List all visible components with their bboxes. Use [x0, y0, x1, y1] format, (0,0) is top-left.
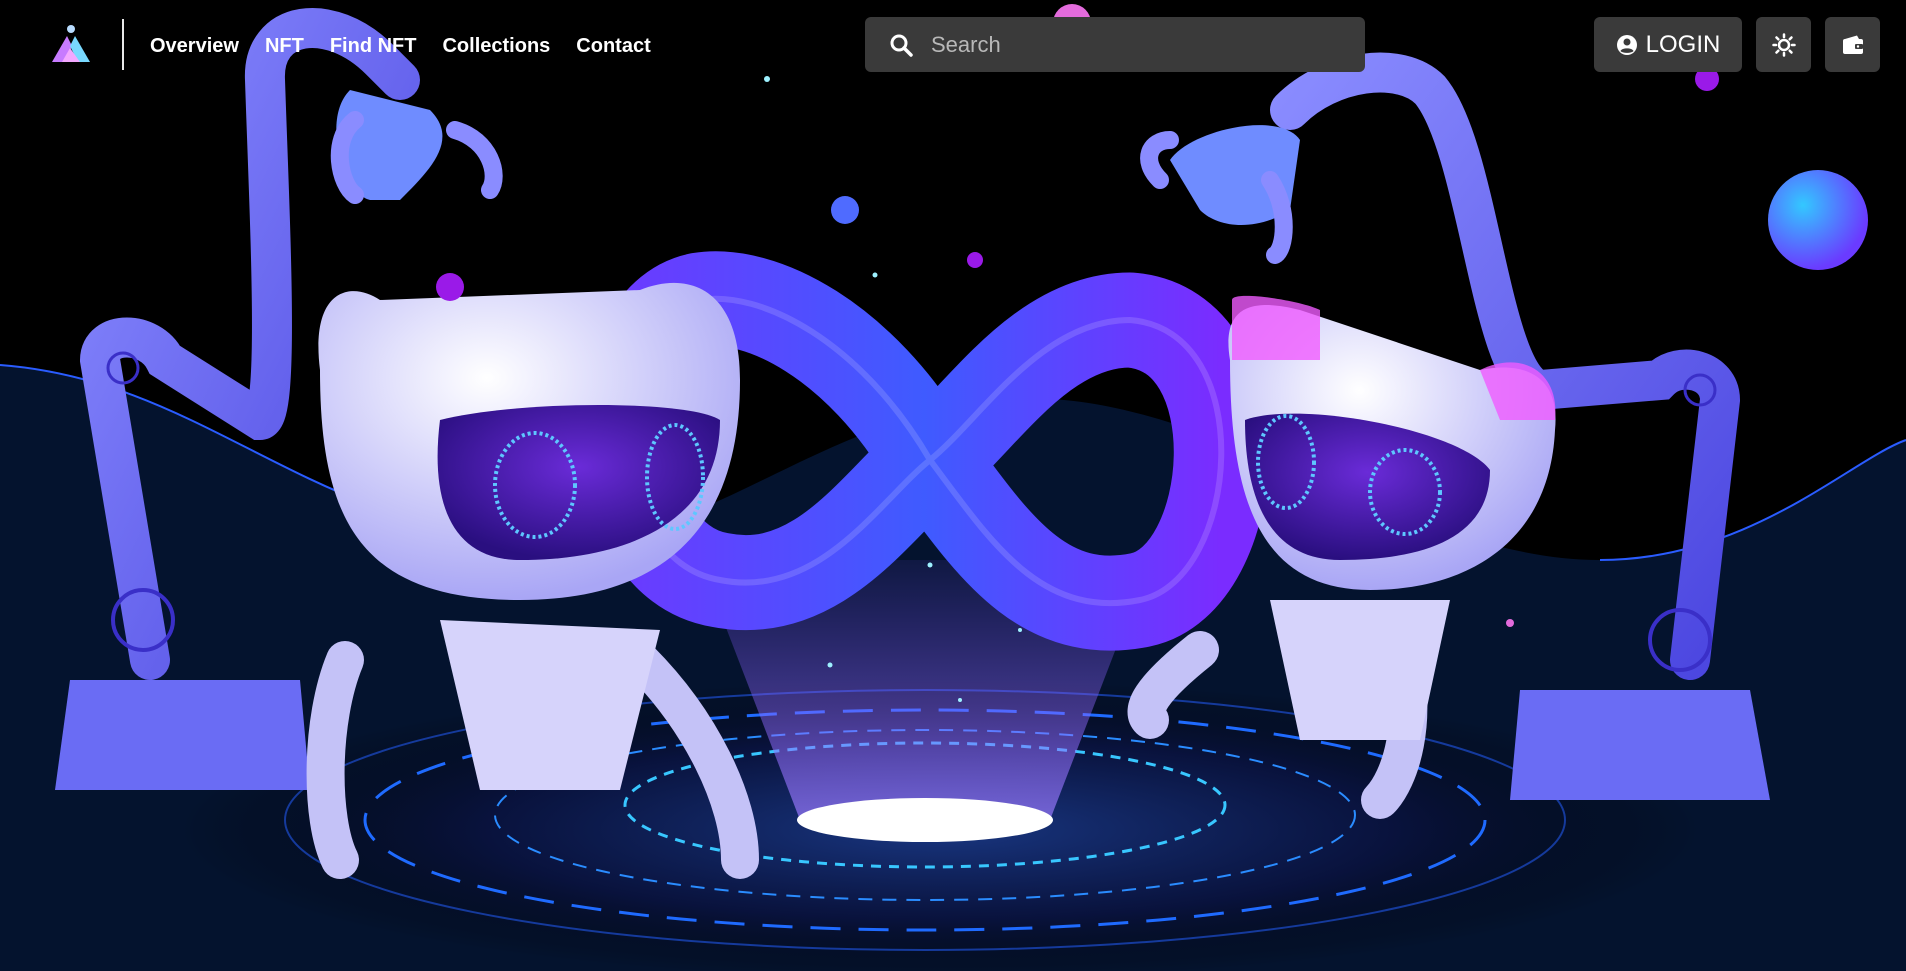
nav-links: Overview NFT Find NFT Collections Contac…	[150, 33, 677, 59]
nav-link-find-nft[interactable]: Find NFT	[330, 33, 417, 59]
wallet-icon	[1842, 35, 1863, 54]
theme-toggle-button[interactable]	[1756, 17, 1811, 72]
search-bar	[865, 17, 1365, 72]
nav-divider	[122, 19, 124, 70]
hero-illustration	[0, 4, 1906, 971]
sun-icon	[1771, 32, 1796, 57]
search-icon	[890, 34, 913, 57]
search-input[interactable]	[929, 30, 1333, 59]
nav-link-contact[interactable]: Contact	[576, 33, 650, 59]
brand-logo-icon[interactable]	[48, 24, 94, 64]
nav-link-nft[interactable]: NFT	[265, 33, 304, 59]
login-label: LOGIN	[1645, 30, 1721, 58]
top-nav: Overview NFT Find NFT Collections Contac…	[0, 0, 1906, 92]
user-circle-icon	[1616, 34, 1637, 55]
login-button[interactable]: LOGIN	[1594, 17, 1742, 72]
nav-link-overview[interactable]: Overview	[150, 33, 239, 59]
nav-link-collections[interactable]: Collections	[442, 33, 550, 59]
wallet-button[interactable]	[1825, 17, 1880, 72]
